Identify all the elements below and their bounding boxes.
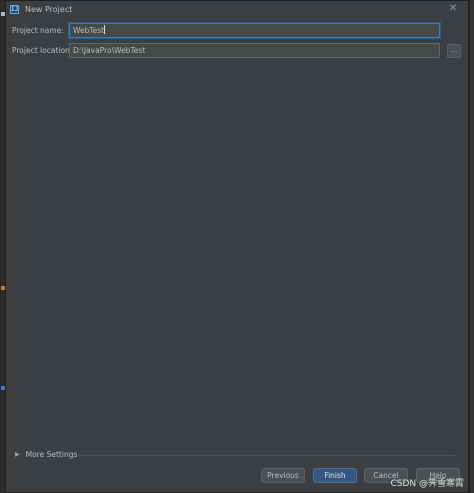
project-name-row: Project name: WebTest xyxy=(12,23,440,38)
project-name-value: WebTest xyxy=(73,26,105,35)
watermark: CSDN @霁雪寒霄 xyxy=(390,479,464,489)
expand-arrow-icon: ▶ xyxy=(15,451,20,458)
text-caret xyxy=(104,25,106,34)
project-name-input[interactable]: WebTest xyxy=(69,23,440,38)
project-name-label: Project name: xyxy=(12,26,64,35)
project-location-label: Project location: xyxy=(12,46,73,55)
previous-button[interactable]: Previous xyxy=(261,468,305,483)
project-location-row: Project location: D:\JavaPro\WebTest xyxy=(12,43,440,58)
more-settings-divider xyxy=(77,455,455,456)
title-bar: IJ New Project ✕ xyxy=(6,1,468,17)
browse-button[interactable]: ... xyxy=(447,44,461,58)
dialog-title: New Project xyxy=(25,4,73,14)
background-ide-right xyxy=(469,0,474,493)
more-settings-label: More Settings xyxy=(25,450,78,459)
project-location-input[interactable]: D:\JavaPro\WebTest xyxy=(69,43,440,58)
intellij-logo-icon: IJ xyxy=(10,4,19,14)
close-button[interactable]: ✕ xyxy=(447,3,459,15)
more-settings-toggle[interactable]: ▶ More Settings xyxy=(15,450,77,459)
new-project-dialog: IJ New Project ✕ Project name: WebTest P… xyxy=(5,0,469,493)
finish-button[interactable]: Finish xyxy=(313,468,357,483)
